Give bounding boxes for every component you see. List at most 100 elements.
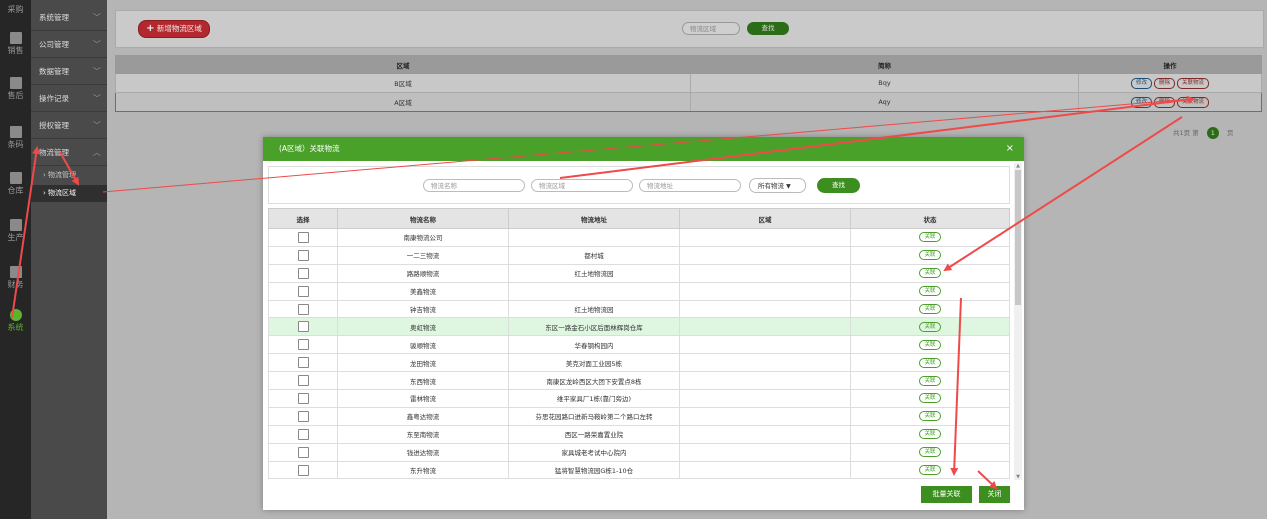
search-button[interactable]: 查找 [747,22,789,35]
link-status-button[interactable]: 关联 [919,232,941,243]
link-status-button[interactable]: 关联 [919,321,941,332]
cell-address: 芬思花园路口进新马鞍岭第二个路口左转 [508,406,680,426]
menu-operation-log[interactable]: 操作记录 ﹀ [31,86,107,112]
submenu-logistics-region[interactable]: › 物流区域 [31,185,107,202]
link-status-button[interactable]: 关联 [919,286,941,297]
row-checkbox[interactable] [297,231,309,243]
table-row[interactable]: 雷林物流 维平家具厂1栋(靠门旁边) 关联 [268,389,1010,408]
pager-total: 共1页 [1173,129,1191,137]
table-row[interactable]: 钟吉物流 红土地物流园 关联 [268,299,1010,319]
close-icon[interactable]: × [1006,137,1014,161]
table-row[interactable]: 龙田物流 美克对面工业园5栋 关联 [268,353,1010,373]
delete-button[interactable]: 删除 [1153,96,1175,108]
nav-system[interactable]: 系统 [0,309,31,333]
row-checkbox[interactable] [297,428,309,440]
nav-aftersale[interactable]: 售后 [0,77,31,101]
menu-logistics-management[interactable]: 物流管理 ︿ [31,140,107,166]
pager-current-page[interactable]: 1 [1206,127,1219,139]
table-row[interactable]: 南康物流公司 关联 [268,228,1010,247]
logistics-name-input[interactable]: 物流名称 [423,179,525,192]
cell-region [679,406,851,426]
link-status-button[interactable]: 关联 [919,268,941,279]
table-row[interactable]: 鑫粤达物流 芬思花园路口进新马鞍岭第二个路口左转 关联 [268,406,1010,426]
table-row[interactable]: 一二三物流 都村城 关联 [268,245,1010,265]
cell-address: 西区一路荣嘉置业院 [508,424,680,444]
status-cell: 关联 [850,406,1010,426]
dialog-scrollbar[interactable]: ▲ ▼ [1014,163,1022,480]
row-checkbox[interactable] [297,303,309,315]
table-row[interactable]: 东西物流 南康区龙岭西区大团下安置点8栋 关联 [268,371,1010,391]
cell-region [679,228,851,247]
cell-name: 东升物流 [337,460,509,480]
scrollbar-thumb[interactable] [1015,170,1021,305]
cell-name: 奥虹物流 [337,317,509,337]
table-row[interactable]: 美鑫物流 关联 [268,281,1010,301]
delete-button[interactable]: 删除 [1153,77,1175,89]
menu-system-management[interactable]: 系统管理 ﹀ [31,5,107,31]
edit-button[interactable]: 修改 [1130,77,1152,89]
table-row[interactable]: 骏顺物流 华春钢构园内 关联 [268,335,1010,355]
logistics-address-input[interactable]: 物流地址 [639,179,741,192]
row-checkbox[interactable] [297,285,309,297]
row-checkbox[interactable] [297,249,309,261]
table-row[interactable]: B区域 Bqy 修改 删除 关联物流 [115,73,1262,93]
row-checkbox[interactable] [297,392,309,404]
link-status-button[interactable]: 关联 [919,304,941,314]
nav-sales[interactable]: 销售 [0,32,31,56]
menu-company-management[interactable]: 公司管理 ﹀ [31,32,107,58]
nav-finance[interactable]: 财务 [0,266,31,290]
row-checkbox[interactable] [297,357,309,369]
add-region-button[interactable]: + 新增物流区域 [138,20,210,38]
batch-link-button[interactable]: 批量关联 [921,486,972,503]
cell-region [679,371,851,391]
link-status-button[interactable]: 关联 [919,429,941,440]
row-checkbox[interactable] [297,375,309,387]
row-checkbox[interactable] [297,410,309,422]
table-row[interactable]: 东升物流 猛将智慧物流园G栋1-10仓 关联 [268,460,1010,480]
status-cell: 关联 [850,353,1010,373]
cell-name: 骏顺物流 [337,335,509,355]
link-logistics-button[interactable]: 关联物流 [1177,77,1210,89]
submenu-logistics-management[interactable]: › 物流管理 [31,167,107,184]
nav-label: 系统 [7,323,24,332]
link-status-button[interactable]: 关联 [919,411,941,422]
row-checkbox[interactable] [297,464,309,476]
nav-production[interactable]: 生产 [0,219,31,243]
menu-authorization[interactable]: 授权管理 ﹀ [31,113,107,139]
logistics-filter-select[interactable]: 所有物流 ▼ [749,178,806,193]
select-value: 所有物流 [758,182,784,190]
nav-purchase[interactable]: 采购 [0,4,31,15]
col-abbr: 简称 [690,55,1079,74]
status-cell: 关联 [850,228,1010,247]
table-row[interactable]: 奥虹物流 东区一路金石小区后面林辉岗仓库 关联 [268,317,1010,337]
close-button[interactable]: 关闭 [979,486,1010,503]
link-status-button[interactable]: 关联 [919,339,941,350]
row-checkbox[interactable] [297,446,309,458]
region-search-input[interactable]: 物流区域 [682,22,740,35]
menu-data-management[interactable]: 数据管理 ﹀ [31,59,107,85]
link-status-button[interactable]: 关联 [919,393,941,404]
table-row[interactable]: 路路顺物流 红土地物流园 关联 [268,263,1010,283]
row-checkbox[interactable] [297,321,309,333]
table-row[interactable]: 东至南物流 西区一路荣嘉置业院 关联 [268,424,1010,444]
table-row[interactable]: 钱进达物流 家具城老考试中心院内 关联 [268,442,1010,462]
dialog-search-button[interactable]: 查找 [817,178,860,193]
link-status-button[interactable]: 关联 [919,465,941,476]
row-checkbox[interactable] [297,339,309,351]
finance-icon [9,266,22,278]
col-status: 状态 [850,208,1010,229]
edit-button[interactable]: 修改 [1130,96,1152,108]
link-status-button[interactable]: 关联 [919,447,941,458]
link-status-button[interactable]: 关联 [919,375,941,386]
link-status-button[interactable]: 关联 [919,250,941,261]
link-logistics-button[interactable]: 关联物流 [1177,96,1210,108]
link-status-button[interactable]: 关联 [919,357,941,368]
scroll-down-icon[interactable]: ▼ [1014,474,1022,480]
table-row[interactable]: A区域 Aqy 修改 删除 关联物流 [115,92,1262,112]
logistics-region-input[interactable]: 物流区域 [531,179,633,192]
nav-barcode[interactable]: 条码 [0,126,31,150]
row-checkbox[interactable] [297,267,309,279]
menu-label: 公司管理 [39,40,69,49]
nav-warehouse[interactable]: 仓库 [0,172,31,196]
scroll-up-icon[interactable]: ▲ [1014,163,1022,169]
